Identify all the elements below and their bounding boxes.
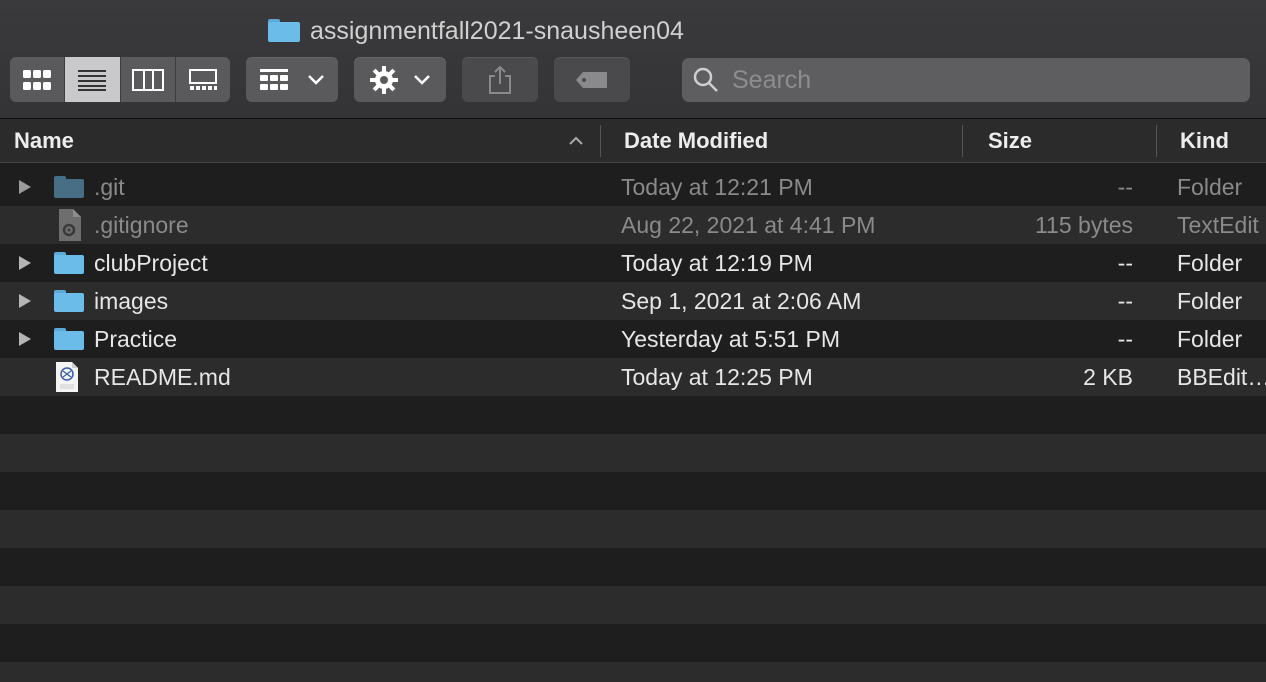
file-date: Aug 22, 2021 at 4:41 PM [621,212,876,238]
empty-row [0,434,1266,472]
file-kind: Folder [1177,250,1243,276]
file-name: .git [94,174,125,200]
folder-icon [268,19,300,43]
file-row-readme[interactable]: README.md Today at 12:25 PM 2 KB BBEdit… [0,358,1266,396]
sort-ascending-icon [569,136,583,145]
file-date: Today at 12:21 PM [621,174,813,200]
group-icon [260,68,288,90]
search-field[interactable] [682,58,1250,102]
empty-row [0,548,1266,586]
gear-icon [370,65,398,94]
chevron-down-icon [308,74,324,85]
tag-button[interactable] [554,57,630,102]
file-row-git[interactable]: .git Today at 12:21 PM -- Folder [0,168,1266,206]
file-row-images[interactable]: images Sep 1, 2021 at 2:06 AM -- Folder [0,282,1266,320]
file-size: -- [1117,288,1133,314]
search-input[interactable] [730,64,1234,96]
folder-icon [54,320,86,358]
empty-row [0,586,1266,624]
file-list: .git Today at 12:21 PM -- Folder .gitign… [0,168,1266,682]
column-header: Name Date Modified Size Kind [0,119,1266,163]
icon-view-button[interactable] [10,57,66,102]
file-size: -- [1117,326,1133,352]
disclosure-triangle-icon[interactable] [18,168,34,206]
disclosure-triangle-icon[interactable] [18,282,34,320]
column-view-button[interactable] [121,57,176,102]
file-name: README.md [94,364,231,390]
file-date: Today at 12:25 PM [621,364,813,390]
chevron-down-icon [414,74,430,85]
search-icon [693,67,718,92]
file-size: 115 bytes [1034,212,1133,238]
file-name: .gitignore [94,212,189,238]
file-name: images [94,288,169,314]
column-divider[interactable] [600,125,601,157]
disclosure-triangle-icon[interactable] [18,320,34,358]
column-divider[interactable] [1156,125,1157,157]
icon-view-icon [23,69,52,90]
file-kind: TextEdit [1177,212,1259,238]
list-view-button[interactable] [65,57,121,102]
column-divider[interactable] [962,125,963,157]
tag-icon [576,71,607,88]
action-button[interactable] [354,57,446,102]
empty-row [0,624,1266,662]
file-date: Yesterday at 5:51 PM [621,326,841,352]
file-name: clubProject [94,250,208,276]
column-header-date-modified[interactable]: Date Modified [624,119,768,162]
file-name: Practice [94,326,178,352]
file-kind: Folder [1177,174,1243,200]
column-view-icon [131,68,164,91]
file-size: 2 KB [1083,364,1133,390]
view-mode-control [10,57,230,102]
group-button[interactable] [246,57,338,102]
file-row-practice[interactable]: Practice Yesterday at 5:51 PM -- Folder [0,320,1266,358]
column-header-kind[interactable]: Kind [1180,119,1229,162]
empty-row [0,472,1266,510]
folder-icon [54,168,86,206]
window-title: assignmentfall2021-snausheen04 [268,14,684,48]
file-kind: BBEdit… [1177,364,1266,390]
file-kind: Folder [1177,326,1243,352]
file-date: Today at 12:19 PM [621,250,813,276]
window-title-text: assignmentfall2021-snausheen04 [310,16,684,45]
share-icon [489,65,511,94]
folder-icon [54,244,86,282]
column-header-name[interactable]: Name [14,119,74,162]
share-button[interactable] [462,57,538,102]
disclosure-triangle-icon[interactable] [18,244,34,282]
finder-window: assignmentfall2021-snausheen04 Search Na… [0,0,1266,682]
gallery-view-icon [188,68,217,90]
file-kind: Folder [1177,288,1243,314]
folder-icon [54,282,86,320]
empty-row [0,662,1266,682]
empty-row [0,510,1266,548]
text-file-icon [54,206,86,244]
gallery-view-button[interactable] [176,57,230,102]
text-document-icon [54,358,86,396]
list-view-icon [78,69,107,91]
toolbar: assignmentfall2021-snausheen04 [0,0,1266,119]
file-row-clubproject[interactable]: clubProject Today at 12:19 PM -- Folder [0,244,1266,282]
empty-row [0,396,1266,434]
file-row-gitignore[interactable]: .gitignore Aug 22, 2021 at 4:41 PM 115 b… [0,206,1266,244]
file-size: -- [1117,250,1133,276]
column-header-size[interactable]: Size [988,119,1032,162]
file-date: Sep 1, 2021 at 2:06 AM [621,288,862,314]
file-size: -- [1117,174,1133,200]
